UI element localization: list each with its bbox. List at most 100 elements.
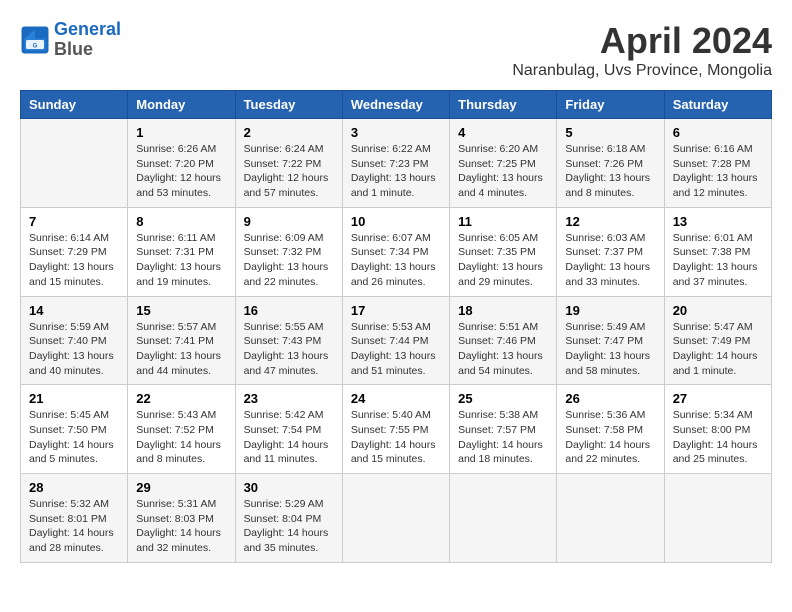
- day-number: 16: [244, 303, 334, 318]
- calendar-cell: 17 Sunrise: 5:53 AM Sunset: 7:44 PM Dayli…: [342, 296, 449, 385]
- calendar-cell: 13 Sunrise: 6:01 AM Sunset: 7:38 PM Dayli…: [664, 207, 771, 296]
- day-info: Sunrise: 5:45 AM Sunset: 7:50 PM Dayligh…: [29, 408, 119, 467]
- day-info: Sunrise: 5:34 AM Sunset: 8:00 PM Dayligh…: [673, 408, 763, 467]
- day-number: 20: [673, 303, 763, 318]
- logo: G General Blue: [20, 20, 121, 60]
- day-info: Sunrise: 5:38 AM Sunset: 7:57 PM Dayligh…: [458, 408, 548, 467]
- calendar-cell: 2Sunrise: 6:24 AM Sunset: 7:22 PM Daylig…: [235, 119, 342, 208]
- day-number: 26: [565, 391, 655, 406]
- logo-text: General Blue: [54, 20, 121, 60]
- calendar-cell: 30 Sunrise: 5:29 AM Sunset: 8:04 PM Dayli…: [235, 474, 342, 563]
- calendar-cell: 20Sunrise: 5:47 AM Sunset: 7:49 PM Dayli…: [664, 296, 771, 385]
- day-info: Sunrise: 6:18 AM Sunset: 7:26 PM Dayligh…: [565, 142, 655, 201]
- header-wednesday: Wednesday: [342, 91, 449, 119]
- day-number: 6: [673, 125, 763, 140]
- calendar-cell: 23 Sunrise: 5:42 AM Sunset: 7:54 PM Dayli…: [235, 385, 342, 474]
- calendar-cell: 18 Sunrise: 5:51 AM Sunset: 7:46 PM Dayli…: [450, 296, 557, 385]
- day-number: 25: [458, 391, 548, 406]
- calendar-cell: 6 Sunrise: 6:16 AM Sunset: 7:28 PM Daylig…: [664, 119, 771, 208]
- day-number: 18: [458, 303, 548, 318]
- calendar-cell: [664, 474, 771, 563]
- header-saturday: Saturday: [664, 91, 771, 119]
- calendar-cell: 16 Sunrise: 5:55 AM Sunset: 7:43 PM Dayli…: [235, 296, 342, 385]
- day-info: Sunrise: 5:49 AM Sunset: 7:47 PM Dayligh…: [565, 320, 655, 379]
- header-tuesday: Tuesday: [235, 91, 342, 119]
- calendar-cell: [21, 119, 128, 208]
- day-number: 1: [136, 125, 226, 140]
- day-number: 3: [351, 125, 441, 140]
- day-info: Sunrise: 5:59 AM Sunset: 7:40 PM Dayligh…: [29, 320, 119, 379]
- day-info: Sunrise: 6:05 AM Sunset: 7:35 PM Dayligh…: [458, 231, 548, 290]
- calendar-week-row: 14 Sunrise: 5:59 AM Sunset: 7:40 PM Dayli…: [21, 296, 772, 385]
- header-thursday: Thursday: [450, 91, 557, 119]
- header-sunday: Sunday: [21, 91, 128, 119]
- day-info: Sunrise: 6:07 AM Sunset: 7:34 PM Dayligh…: [351, 231, 441, 290]
- day-number: 14: [29, 303, 119, 318]
- page-title: April 2024: [512, 20, 772, 62]
- calendar-cell: 25 Sunrise: 5:38 AM Sunset: 7:57 PM Dayli…: [450, 385, 557, 474]
- day-number: 10: [351, 214, 441, 229]
- day-info: Sunrise: 6:24 AM Sunset: 7:22 PM Dayligh…: [244, 142, 334, 201]
- page-header: G General Blue April 2024 Naranbulag, Uv…: [20, 20, 772, 80]
- day-info: Sunrise: 5:51 AM Sunset: 7:46 PM Dayligh…: [458, 320, 548, 379]
- day-info: Sunrise: 6:26 AM Sunset: 7:20 PM Dayligh…: [136, 142, 226, 201]
- calendar-cell: 26 Sunrise: 5:36 AM Sunset: 7:58 PM Dayli…: [557, 385, 664, 474]
- calendar-week-row: 21 Sunrise: 5:45 AM Sunset: 7:50 PM Dayli…: [21, 385, 772, 474]
- calendar-header-row: SundayMondayTuesdayWednesdayThursdayFrid…: [21, 91, 772, 119]
- calendar-cell: 1 Sunrise: 6:26 AM Sunset: 7:20 PM Daylig…: [128, 119, 235, 208]
- calendar-cell: 27 Sunrise: 5:34 AM Sunset: 8:00 PM Dayli…: [664, 385, 771, 474]
- calendar-cell: [450, 474, 557, 563]
- day-number: 7: [29, 214, 119, 229]
- day-info: Sunrise: 6:22 AM Sunset: 7:23 PM Dayligh…: [351, 142, 441, 201]
- day-info: Sunrise: 5:29 AM Sunset: 8:04 PM Dayligh…: [244, 497, 334, 556]
- calendar-cell: 28Sunrise: 5:32 AM Sunset: 8:01 PM Dayli…: [21, 474, 128, 563]
- day-info: Sunrise: 6:01 AM Sunset: 7:38 PM Dayligh…: [673, 231, 763, 290]
- calendar-week-row: 1 Sunrise: 6:26 AM Sunset: 7:20 PM Daylig…: [21, 119, 772, 208]
- day-info: Sunrise: 6:20 AM Sunset: 7:25 PM Dayligh…: [458, 142, 548, 201]
- calendar-cell: 10 Sunrise: 6:07 AM Sunset: 7:34 PM Dayli…: [342, 207, 449, 296]
- header-friday: Friday: [557, 91, 664, 119]
- day-info: Sunrise: 5:43 AM Sunset: 7:52 PM Dayligh…: [136, 408, 226, 467]
- header-monday: Monday: [128, 91, 235, 119]
- day-info: Sunrise: 5:42 AM Sunset: 7:54 PM Dayligh…: [244, 408, 334, 467]
- calendar-cell: 15Sunrise: 5:57 AM Sunset: 7:41 PM Dayli…: [128, 296, 235, 385]
- svg-text:G: G: [33, 43, 38, 49]
- day-number: 8: [136, 214, 226, 229]
- day-info: Sunrise: 6:11 AM Sunset: 7:31 PM Dayligh…: [136, 231, 226, 290]
- day-info: Sunrise: 5:55 AM Sunset: 7:43 PM Dayligh…: [244, 320, 334, 379]
- calendar-cell: 14 Sunrise: 5:59 AM Sunset: 7:40 PM Dayli…: [21, 296, 128, 385]
- calendar-cell: 7 Sunrise: 6:14 AM Sunset: 7:29 PM Daylig…: [21, 207, 128, 296]
- calendar-week-row: 7 Sunrise: 6:14 AM Sunset: 7:29 PM Daylig…: [21, 207, 772, 296]
- day-info: Sunrise: 6:16 AM Sunset: 7:28 PM Dayligh…: [673, 142, 763, 201]
- day-number: 29: [136, 480, 226, 495]
- day-info: Sunrise: 5:53 AM Sunset: 7:44 PM Dayligh…: [351, 320, 441, 379]
- calendar-cell: 8 Sunrise: 6:11 AM Sunset: 7:31 PM Daylig…: [128, 207, 235, 296]
- title-section: April 2024 Naranbulag, Uvs Province, Mon…: [512, 20, 772, 80]
- day-info: Sunrise: 5:40 AM Sunset: 7:55 PM Dayligh…: [351, 408, 441, 467]
- page-subtitle: Naranbulag, Uvs Province, Mongolia: [512, 62, 772, 80]
- calendar-cell: 5Sunrise: 6:18 AM Sunset: 7:26 PM Daylig…: [557, 119, 664, 208]
- logo-icon: G: [20, 25, 50, 55]
- day-number: 13: [673, 214, 763, 229]
- day-number: 15: [136, 303, 226, 318]
- calendar-cell: 12Sunrise: 6:03 AM Sunset: 7:37 PM Dayli…: [557, 207, 664, 296]
- calendar-cell: 4Sunrise: 6:20 AM Sunset: 7:25 PM Daylig…: [450, 119, 557, 208]
- calendar-cell: [342, 474, 449, 563]
- calendar-week-row: 28Sunrise: 5:32 AM Sunset: 8:01 PM Dayli…: [21, 474, 772, 563]
- day-number: 30: [244, 480, 334, 495]
- day-number: 12: [565, 214, 655, 229]
- day-info: Sunrise: 5:32 AM Sunset: 8:01 PM Dayligh…: [29, 497, 119, 556]
- day-info: Sunrise: 6:14 AM Sunset: 7:29 PM Dayligh…: [29, 231, 119, 290]
- calendar-cell: 24Sunrise: 5:40 AM Sunset: 7:55 PM Dayli…: [342, 385, 449, 474]
- day-info: Sunrise: 5:36 AM Sunset: 7:58 PM Dayligh…: [565, 408, 655, 467]
- calendar-cell: 29Sunrise: 5:31 AM Sunset: 8:03 PM Dayli…: [128, 474, 235, 563]
- day-number: 21: [29, 391, 119, 406]
- day-number: 23: [244, 391, 334, 406]
- day-number: 17: [351, 303, 441, 318]
- calendar-cell: 22Sunrise: 5:43 AM Sunset: 7:52 PM Dayli…: [128, 385, 235, 474]
- calendar-cell: 21 Sunrise: 5:45 AM Sunset: 7:50 PM Dayli…: [21, 385, 128, 474]
- day-number: 27: [673, 391, 763, 406]
- calendar-cell: 9Sunrise: 6:09 AM Sunset: 7:32 PM Daylig…: [235, 207, 342, 296]
- day-info: Sunrise: 6:09 AM Sunset: 7:32 PM Dayligh…: [244, 231, 334, 290]
- calendar-table: SundayMondayTuesdayWednesdayThursdayFrid…: [20, 90, 772, 563]
